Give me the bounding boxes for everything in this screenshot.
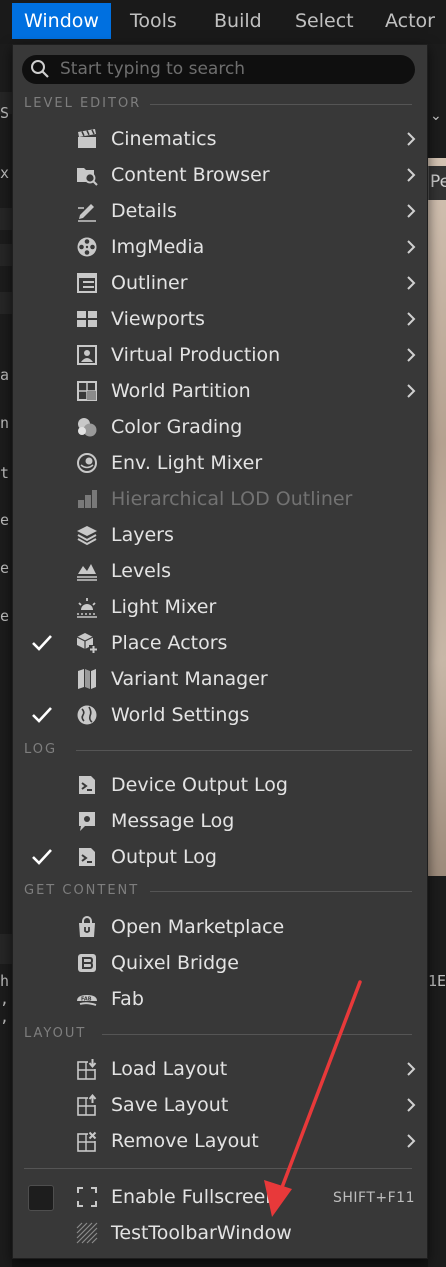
annotation-arrow-head — [264, 1180, 292, 1217]
annotation-arrow — [264, 980, 362, 1217]
annotation-arrow-shaft — [279, 980, 362, 1192]
